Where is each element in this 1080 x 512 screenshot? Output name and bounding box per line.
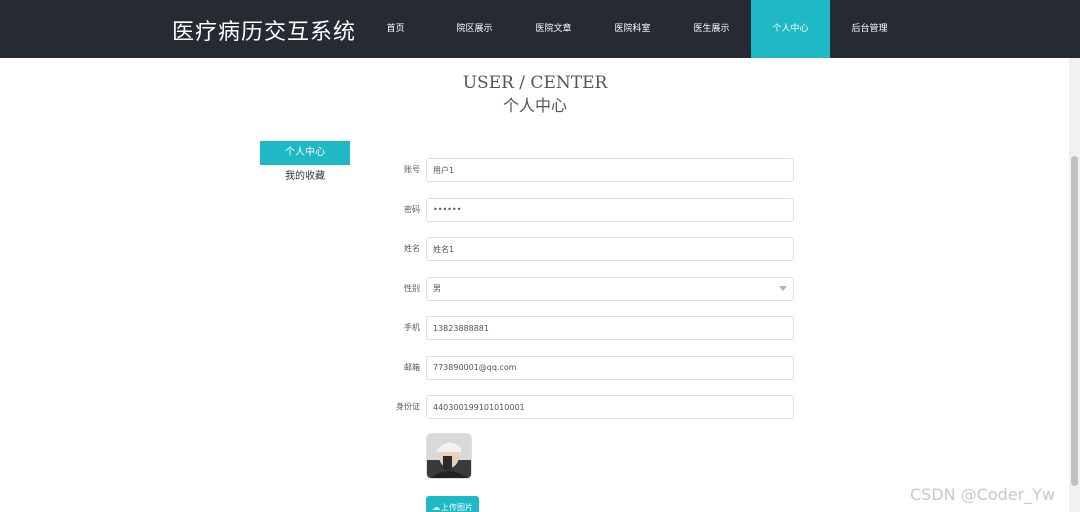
form-row-account: 账号 [380,158,800,182]
profile-form: 账号 密码 姓名 性别 男 手机 邮箱 身份证 [380,158,800,435]
account-label: 账号 [404,165,420,174]
vertical-scrollbar[interactable] [1069,58,1080,512]
watermark: CSDN @Coder_Yw [910,485,1056,504]
nav-campus[interactable]: 院区展示 [435,0,514,58]
form-row-gender: 性别 男 [380,276,800,301]
id-card-input[interactable] [426,395,794,419]
form-row-email: 邮箱 [380,355,800,380]
form-row-id-card: 身份证 [380,395,800,419]
email-input[interactable] [426,355,794,380]
avatar-photo [427,434,471,478]
account-input[interactable] [426,158,794,182]
password-input[interactable] [426,197,794,222]
gender-label: 性别 [404,283,420,293]
email-label: 邮箱 [404,362,420,372]
chevron-down-icon [779,285,787,291]
password-label: 密码 [404,204,420,214]
form-row-password: 密码 [380,197,800,222]
main-nav: 首页 院区展示 医院文章 医院科室 医生展示 个人中心 后台管理 [356,0,909,58]
nav-departments[interactable]: 医院科室 [593,0,672,58]
phone-label: 手机 [404,323,420,332]
nav-doctors[interactable]: 医生展示 [672,0,751,58]
page-title-cn: 个人中心 [502,96,567,115]
side-menu: 个人中心 我的收藏 [260,141,350,189]
page-title: USER / CENTER 个人中心 [0,72,1070,118]
side-item-user-center[interactable]: 个人中心 [260,141,350,165]
upload-button-label: 上传图片 [441,503,473,512]
nav-home[interactable]: 首页 [356,0,435,58]
nav-admin[interactable]: 后台管理 [830,0,909,58]
gender-select-value: 男 [433,283,441,293]
id-card-label: 身份证 [396,402,420,411]
upload-cloud-icon: ☁ [432,503,440,512]
form-row-name: 姓名 [380,237,800,261]
name-input[interactable] [426,237,794,261]
page-title-en: USER / CENTER [462,73,608,93]
nav-articles[interactable]: 医院文章 [514,0,593,58]
nav-user-center[interactable]: 个人中心 [751,0,830,58]
phone-input[interactable] [426,316,794,340]
side-item-favorites[interactable]: 我的收藏 [260,165,350,189]
scrollbar-thumb[interactable] [1071,156,1078,486]
upload-image-button[interactable]: ☁上传图片 [426,496,479,512]
avatar[interactable] [426,433,472,479]
name-label: 姓名 [404,244,420,253]
site-brand: 医疗病历交互系统 [172,20,357,45]
form-row-phone: 手机 [380,316,800,340]
top-navbar: 医疗病历交互系统 首页 院区展示 医院文章 医院科室 医生展示 个人中心 后台管… [0,0,1080,58]
page: 医疗病历交互系统 首页 院区展示 医院文章 医院科室 医生展示 个人中心 后台管… [0,0,1080,512]
gender-select[interactable]: 男 [426,276,794,301]
